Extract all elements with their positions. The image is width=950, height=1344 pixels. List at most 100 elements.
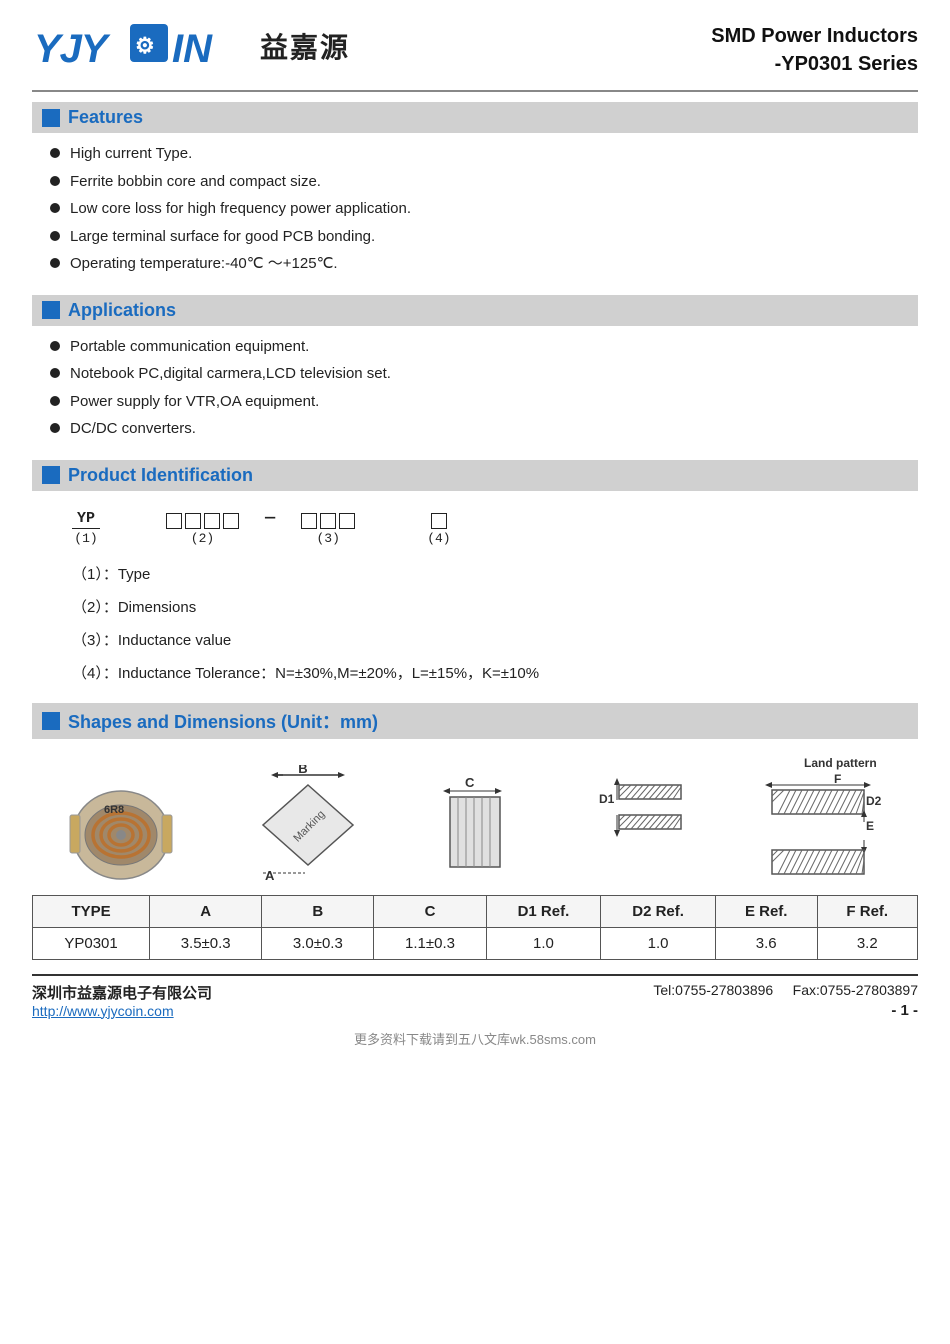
bullet-dot [50, 423, 60, 433]
list-item: Ferrite bobbin core and compact size. [50, 171, 918, 194]
col-f: F Ref. [817, 895, 917, 927]
svg-text:B: B [298, 765, 307, 776]
list-item: Large terminal surface for good PCB bond… [50, 226, 918, 249]
logo-cn: 益嘉源 [260, 26, 350, 66]
shapes-title: Shapes and Dimensions (Unit：mm) [68, 708, 378, 734]
pi-prefix: YP [72, 510, 100, 529]
footer-tel: Tel:0755-27803896 [653, 982, 773, 998]
pi-box [166, 513, 182, 529]
pi-label-4: (4) [427, 531, 450, 546]
col-a: A [150, 895, 262, 927]
svg-text:⚙: ⚙ [135, 33, 155, 58]
cell-e: 3.6 [715, 927, 817, 959]
col-c: C [374, 895, 486, 927]
pi-dash: — [265, 509, 275, 528]
pi-row1: YP (1) (2) — [72, 509, 918, 546]
diagram-top-view: B Marking A [243, 765, 373, 885]
footer-page: - 1 - [653, 1002, 918, 1019]
list-item: Notebook PC,digital carmera,LCD televisi… [50, 363, 918, 386]
diagram-land-pattern: Land pattern F [754, 755, 884, 885]
pi-label-3: (3) [317, 531, 340, 546]
pi-boxes-4 [431, 513, 447, 529]
pi-desc-3: （3）：Inductance value [72, 626, 918, 656]
logo-area: YJY ⚙ IN 益嘉源 [32, 18, 350, 73]
pi-box [320, 513, 336, 529]
svg-text:6R8: 6R8 [104, 804, 124, 816]
applications-header: Applications [32, 295, 918, 326]
table-header-row: TYPE A B C D1 Ref. D2 Ref. E Ref. F Ref. [33, 895, 918, 927]
shapes-header: Shapes and Dimensions (Unit：mm) [32, 703, 918, 739]
list-item: DC/DC converters. [50, 418, 918, 441]
cell-c: 1.1±0.3 [374, 927, 486, 959]
pi-box [301, 513, 317, 529]
footer-left: 深圳市益嘉源电子有限公司 http://www.yjycoin.com [32, 982, 212, 1019]
bullet-dot [50, 231, 60, 241]
product-id-square [42, 466, 60, 484]
crosssection-svg: D1 [597, 765, 687, 885]
features-title: Features [68, 107, 143, 128]
footer-contact: Tel:0755-27803896 Fax:0755-27803897 [653, 982, 918, 998]
features-list: High current Type. Ferrite bobbin core a… [32, 139, 918, 285]
cell-a: 3.5±0.3 [150, 927, 262, 959]
bullet-dot [50, 258, 60, 268]
pi-label-1: (1) [74, 531, 97, 546]
header: YJY ⚙ IN 益嘉源 SMD Power Inductors -YP0301… [32, 18, 918, 92]
topview-svg: B Marking A [243, 765, 373, 885]
bullet-dot [50, 203, 60, 213]
shapes-square [42, 712, 60, 730]
shapes-diagrams: 6R8 B Marking A [42, 755, 908, 885]
pi-item-3: (3) [301, 513, 355, 546]
bullet-dot [50, 341, 60, 351]
page-wrapper: YJY ⚙ IN 益嘉源 SMD Power Inductors -YP0301… [0, 0, 950, 1344]
landpattern-svg: Land pattern F [754, 755, 884, 885]
applications-list: Portable communication equipment. Notebo… [32, 332, 918, 450]
svg-text:D1: D1 [599, 792, 615, 806]
pi-label-2: (2) [191, 531, 214, 546]
bullet-dot [50, 148, 60, 158]
bullet-dot [50, 176, 60, 186]
features-header: Features [32, 102, 918, 133]
svg-text:D2: D2 [866, 794, 882, 808]
footer-website[interactable]: http://www.yjycoin.com [32, 1003, 174, 1019]
diagram-front-view: C [440, 775, 530, 885]
svg-text:E: E [866, 819, 874, 833]
pi-box [204, 513, 220, 529]
pi-item-2: (2) [166, 513, 239, 546]
product-id-title: Product Identification [68, 465, 253, 486]
pi-item-4: (4) [427, 513, 450, 546]
applications-title: Applications [68, 300, 176, 321]
diagram-cross-section: D1 [597, 765, 687, 885]
pi-box [339, 513, 355, 529]
footer-right: Tel:0755-27803896 Fax:0755-27803897 - 1 … [653, 982, 918, 1019]
pi-boxes-3 [301, 513, 355, 529]
list-item: Power supply for VTR,OA equipment. [50, 391, 918, 414]
cell-b: 3.0±0.3 [262, 927, 374, 959]
diagram-coil: 6R8 [66, 785, 176, 885]
pi-box [431, 513, 447, 529]
pi-box [223, 513, 239, 529]
svg-text:A: A [265, 868, 275, 883]
svg-text:F: F [834, 772, 841, 786]
svg-text:Land pattern: Land pattern [804, 756, 877, 770]
col-e: E Ref. [715, 895, 817, 927]
logo-svg: YJY ⚙ IN [32, 18, 252, 73]
pi-box [185, 513, 201, 529]
footer-company: 深圳市益嘉源电子有限公司 [32, 982, 212, 1003]
applications-square [42, 301, 60, 319]
footer-fax: Fax:0755-27803897 [793, 982, 918, 998]
cell-d1: 1.0 [486, 927, 601, 959]
bullet-dot [50, 368, 60, 378]
table-row: YP0301 3.5±0.3 3.0±0.3 1.1±0.3 1.0 1.0 3… [33, 927, 918, 959]
svg-text:C: C [465, 775, 475, 790]
list-item: Portable communication equipment. [50, 336, 918, 359]
list-item: High current Type. [50, 143, 918, 166]
col-d2: D2 Ref. [601, 895, 716, 927]
title-line2: -YP0301 Series [711, 50, 918, 78]
features-square [42, 109, 60, 127]
footer: 深圳市益嘉源电子有限公司 http://www.yjycoin.com Tel:… [32, 974, 918, 1019]
dimensions-table: TYPE A B C D1 Ref. D2 Ref. E Ref. F Ref.… [32, 895, 918, 960]
col-b: B [262, 895, 374, 927]
pi-desc-4: （4）：Inductance Tolerance：N=±30%,M=±20%，L… [72, 659, 918, 689]
product-id-diagram: YP (1) (2) — [72, 509, 918, 546]
product-id-header: Product Identification [32, 460, 918, 491]
